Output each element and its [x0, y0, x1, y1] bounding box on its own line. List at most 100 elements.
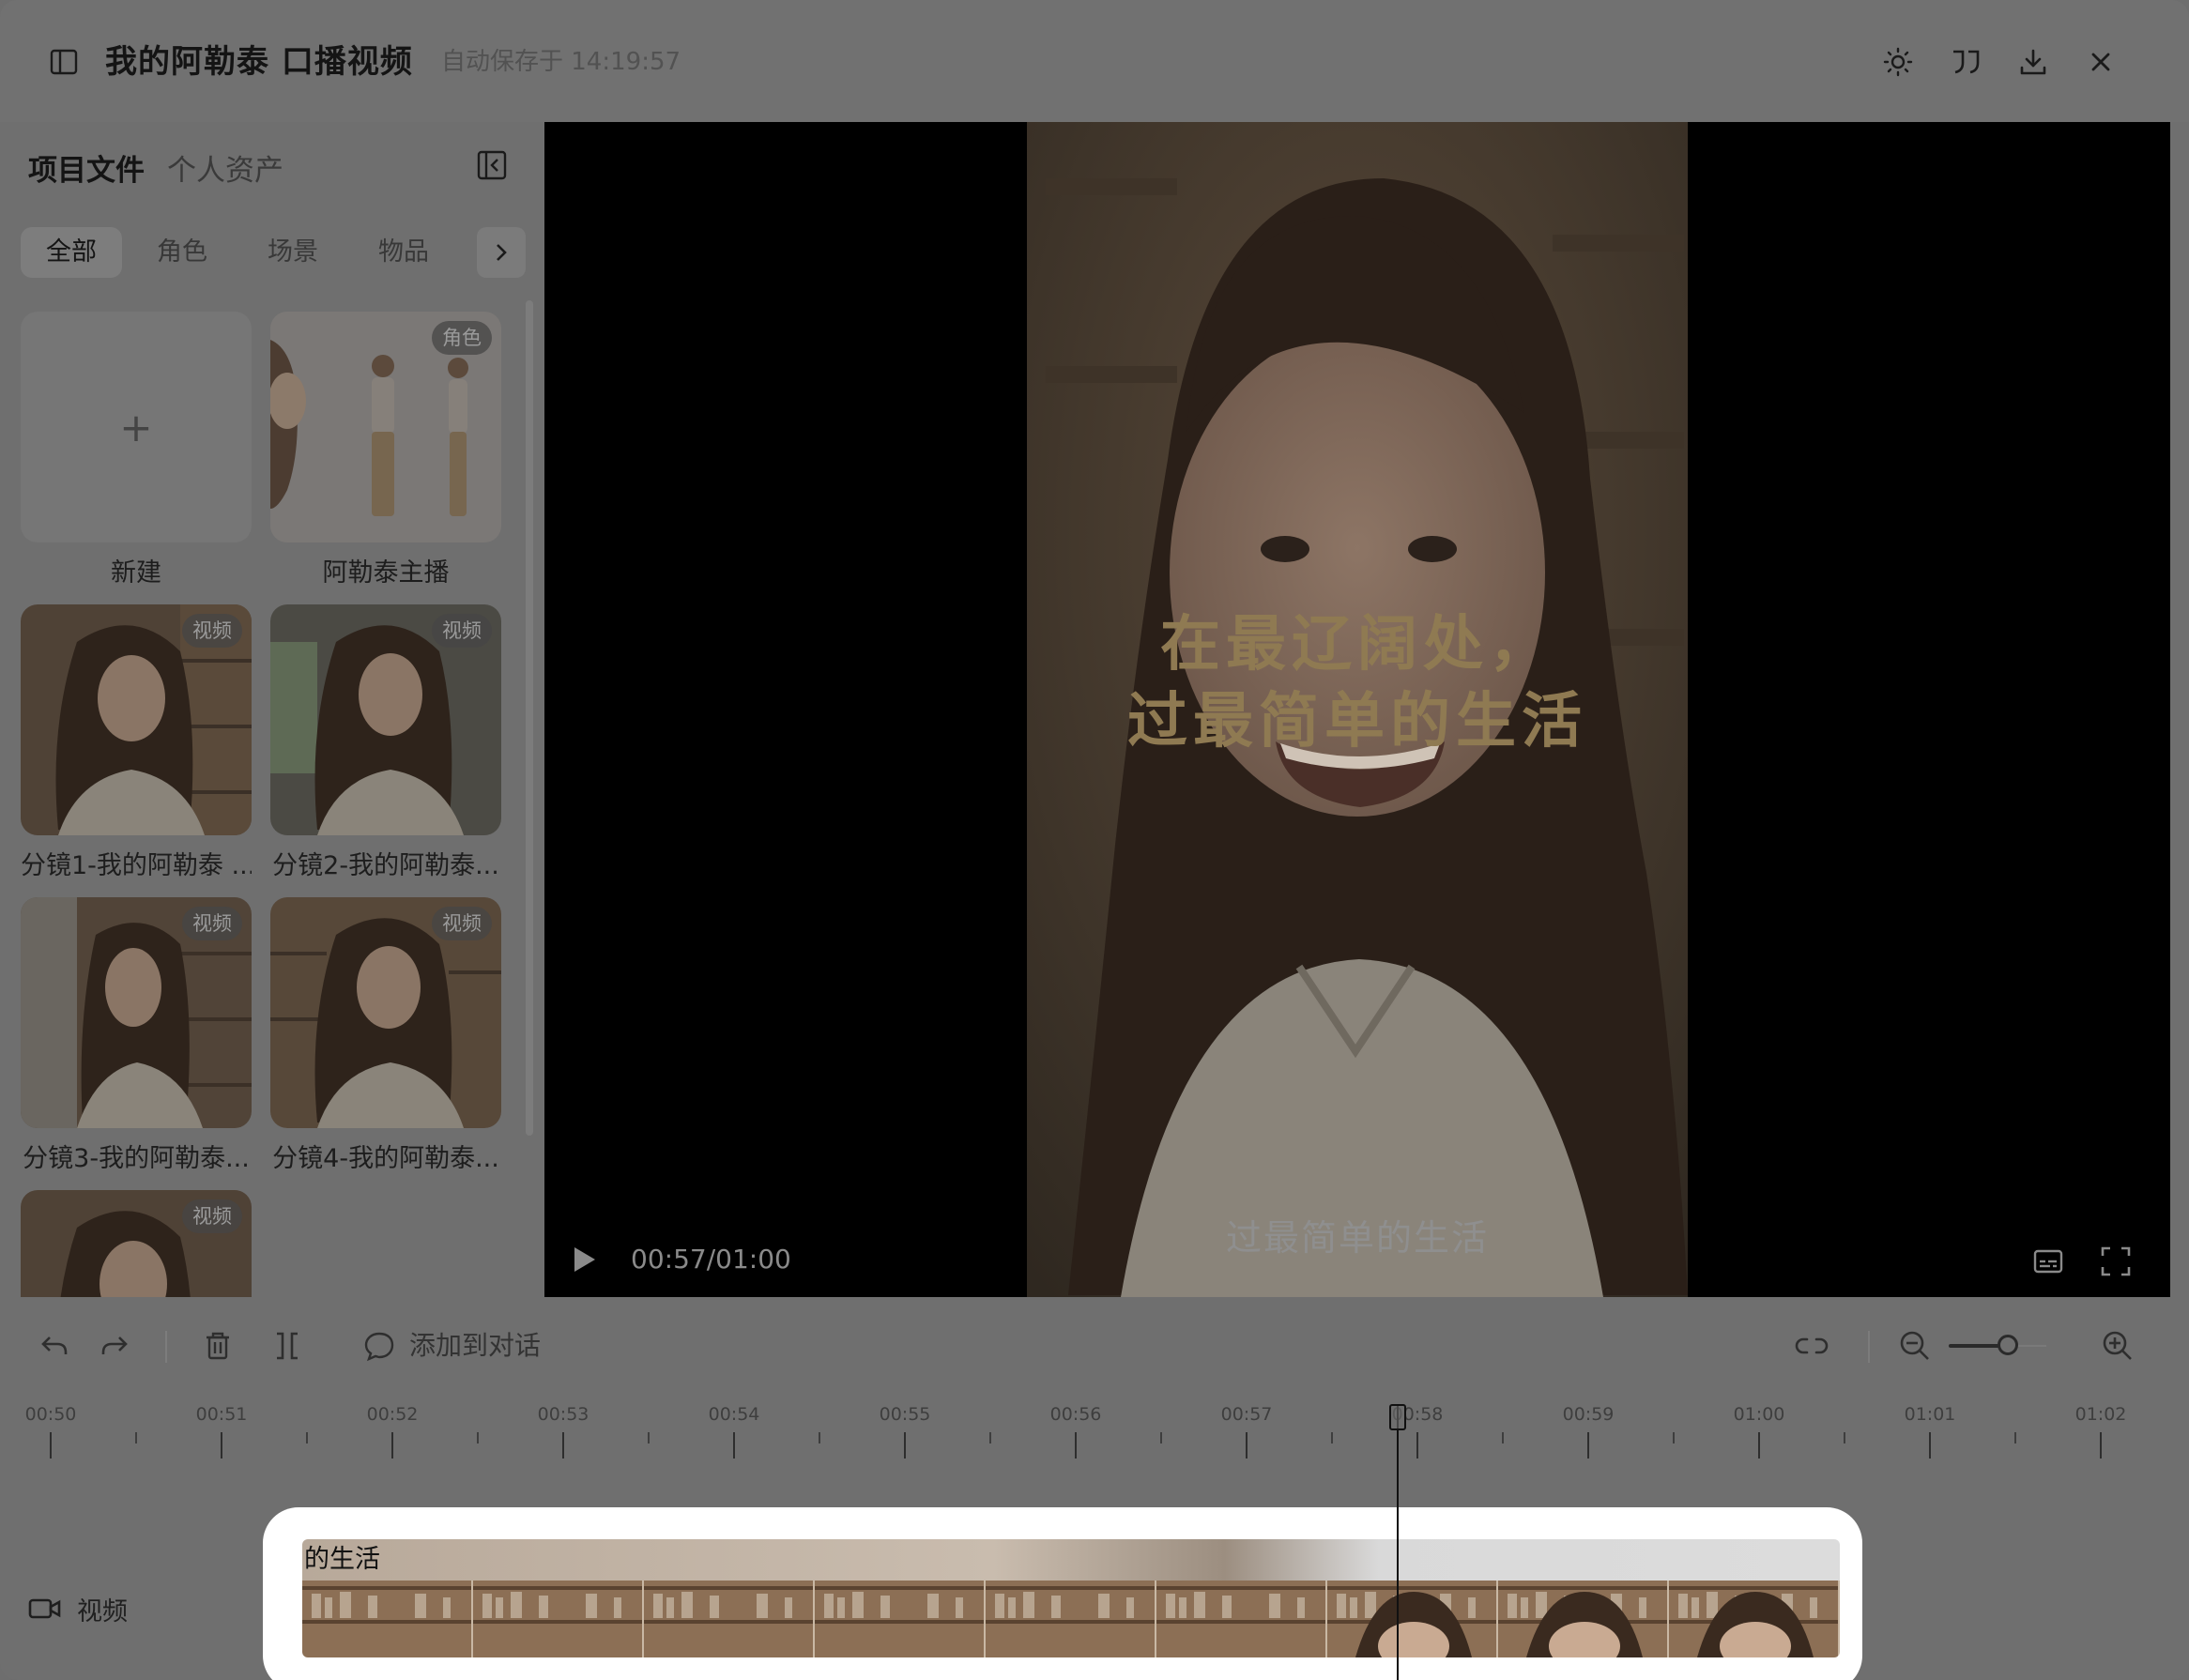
- video-badge: 视频: [182, 1199, 242, 1233]
- ruler-tick-major: [50, 1432, 52, 1459]
- redo-icon[interactable]: [94, 1325, 135, 1367]
- asset-card[interactable]: 视频 分镜2-我的阿勒泰...: [270, 604, 501, 881]
- download-icon[interactable]: [2013, 41, 2054, 83]
- ruler-tick-label: 00:59: [1562, 1404, 1615, 1425]
- sidebar-toggle-icon[interactable]: [43, 41, 84, 83]
- sidebar-scrollbar[interactable]: [526, 300, 533, 1136]
- card-label: 分镜1-我的阿勒泰 ...: [21, 851, 252, 880]
- zoom-slider-rest[interactable]: [2018, 1345, 2046, 1347]
- track-area: 视频 的生活: [0, 1498, 2189, 1680]
- video-badge: 视频: [432, 614, 492, 648]
- overlay-line-1: 在最辽阔处，: [1160, 609, 1554, 680]
- zoom-out-icon[interactable]: [1894, 1325, 1936, 1367]
- link-icon[interactable]: [1791, 1325, 1832, 1367]
- asset-card[interactable]: 视频 分镜1-我的阿勒泰 ...: [21, 604, 252, 881]
- playback-timecode: 00:57/01:00: [631, 1244, 791, 1275]
- ruler-tick-minor: [306, 1432, 308, 1443]
- toolbar-divider: [1868, 1331, 1870, 1363]
- split-icon[interactable]: [267, 1325, 308, 1367]
- ruler-tick-major: [733, 1432, 735, 1459]
- clip-filmstrip: [302, 1581, 1840, 1657]
- quote-icon[interactable]: [1945, 41, 1986, 83]
- ruler-tick-major: [2100, 1432, 2102, 1459]
- filter-all[interactable]: 全部: [21, 227, 122, 278]
- ruler-tick-minor: [2014, 1432, 2016, 1443]
- video-track-label: 视频: [28, 1590, 128, 1627]
- ruler-tick-major: [221, 1432, 222, 1459]
- ruler-tick-label: 01:00: [1733, 1404, 1785, 1425]
- video-thumbnail: 视频: [21, 897, 252, 1128]
- filmstrip-frame: [644, 1581, 815, 1657]
- ruler-tick-major: [1929, 1432, 1931, 1459]
- ruler-tick-minor: [477, 1432, 479, 1443]
- video-preview: 在最辽阔处， 过最简单的生活 过最简单的生活 00:57/01:00: [544, 122, 2170, 1297]
- ruler-tick-label: 01:02: [2074, 1404, 2127, 1425]
- filter-item[interactable]: 物品: [353, 227, 454, 278]
- ruler-tick-label: 01:01: [1904, 1404, 1956, 1425]
- add-to-dialog-button[interactable]: 添加到对话: [409, 1329, 541, 1363]
- play-icon[interactable]: [565, 1241, 603, 1278]
- asset-card[interactable]: 视频: [21, 1190, 252, 1297]
- collapse-panel-icon[interactable]: [475, 148, 509, 182]
- title-bar: 我的阿勒泰 口播视频 自动保存于 14:19:57: [0, 0, 2189, 122]
- close-icon[interactable]: [2080, 41, 2121, 83]
- filter-scene[interactable]: 场景: [242, 227, 344, 278]
- video-caption: 过最简单的生活: [1225, 1217, 1489, 1259]
- video-camera-icon: [28, 1598, 61, 1619]
- video-frame[interactable]: 在最辽阔处， 过最简单的生活 过最简单的生活: [1027, 122, 1688, 1297]
- filmstrip-frame: [815, 1581, 986, 1657]
- playhead-handle[interactable]: [1389, 1404, 1406, 1430]
- video-badge: 视频: [432, 907, 492, 940]
- ruler-tick-major: [1758, 1432, 1760, 1459]
- ruler-tick-label: 00:55: [879, 1404, 931, 1425]
- asset-card[interactable]: 视频 分镜3-我的阿勒泰...: [21, 897, 252, 1174]
- ruler-tick-major: [1075, 1432, 1077, 1459]
- ruler-tick-major: [1416, 1432, 1418, 1459]
- filter-role[interactable]: 角色: [131, 227, 233, 278]
- video-thumbnail: 视频: [270, 897, 501, 1128]
- video-thumbnail: 视频: [270, 604, 501, 835]
- card-label: 阿勒泰主播: [322, 558, 450, 588]
- filmstrip-frame: [1669, 1581, 1840, 1657]
- sun-icon[interactable]: [1877, 41, 1919, 83]
- subtitle-icon[interactable]: [2031, 1245, 2065, 1278]
- undo-icon[interactable]: [34, 1325, 75, 1367]
- clip-title: 的生活: [304, 1545, 380, 1574]
- ruler-tick-major: [391, 1432, 393, 1459]
- chevron-right-icon[interactable]: [477, 227, 526, 278]
- ruler-tick-major: [1587, 1432, 1589, 1459]
- timeline-ruler[interactable]: 00:50 00:51 00:52 00:53 00:54 00:55 00:56 00:57…: [0, 1395, 2189, 1498]
- playhead[interactable]: [1397, 1404, 1399, 1680]
- filmstrip-frame: [986, 1581, 1156, 1657]
- video-thumbnail: 视频: [21, 604, 252, 835]
- asset-sidebar: 项目文件 个人资产 全部 角色 场景 物品 + 新建 角色 阿勒泰主播 视频 分…: [0, 122, 544, 1297]
- ruler-tick-minor: [1844, 1432, 1845, 1443]
- autosave-status: 自动保存于 14:19:57: [441, 48, 681, 76]
- zoom-slider-handle[interactable]: [1998, 1335, 2018, 1355]
- asset-card[interactable]: 视频 分镜4-我的阿勒泰...: [270, 897, 501, 1174]
- ruler-tick-major: [904, 1432, 906, 1459]
- video-clip[interactable]: 的生活: [302, 1539, 1840, 1657]
- video-overlay-text: 在最辽阔处， 过最简单的生活: [1027, 606, 1688, 760]
- filmstrip-frame: [1156, 1581, 1327, 1657]
- tab-project-files[interactable]: 项目文件: [28, 146, 145, 189]
- ruler-tick-label: 00:50: [24, 1404, 77, 1425]
- zoom-in-icon[interactable]: [2097, 1325, 2138, 1367]
- overlay-line-2: 过最简单的生活: [1127, 686, 1587, 756]
- card-label: 分镜3-我的阿勒泰...: [23, 1144, 250, 1173]
- ruler-tick-label: 00:52: [366, 1404, 419, 1425]
- asset-card[interactable]: 角色 阿勒泰主播: [270, 312, 501, 588]
- fullscreen-icon[interactable]: [2099, 1245, 2133, 1278]
- plus-icon: +: [119, 404, 153, 451]
- new-asset-card[interactable]: + 新建: [21, 312, 252, 588]
- video-thumbnail: 视频: [21, 1190, 252, 1297]
- delete-icon[interactable]: [197, 1325, 238, 1367]
- ruler-tick-label: 00:53: [537, 1404, 589, 1425]
- filmstrip-frame: [302, 1581, 473, 1657]
- chat-bubble-icon[interactable]: [359, 1325, 400, 1367]
- video-badge: 视频: [182, 614, 242, 648]
- ruler-tick-minor: [135, 1432, 137, 1443]
- tab-personal-assets[interactable]: 个人资产: [167, 146, 283, 189]
- role-badge: 角色: [432, 321, 492, 355]
- ruler-tick-minor: [989, 1432, 991, 1443]
